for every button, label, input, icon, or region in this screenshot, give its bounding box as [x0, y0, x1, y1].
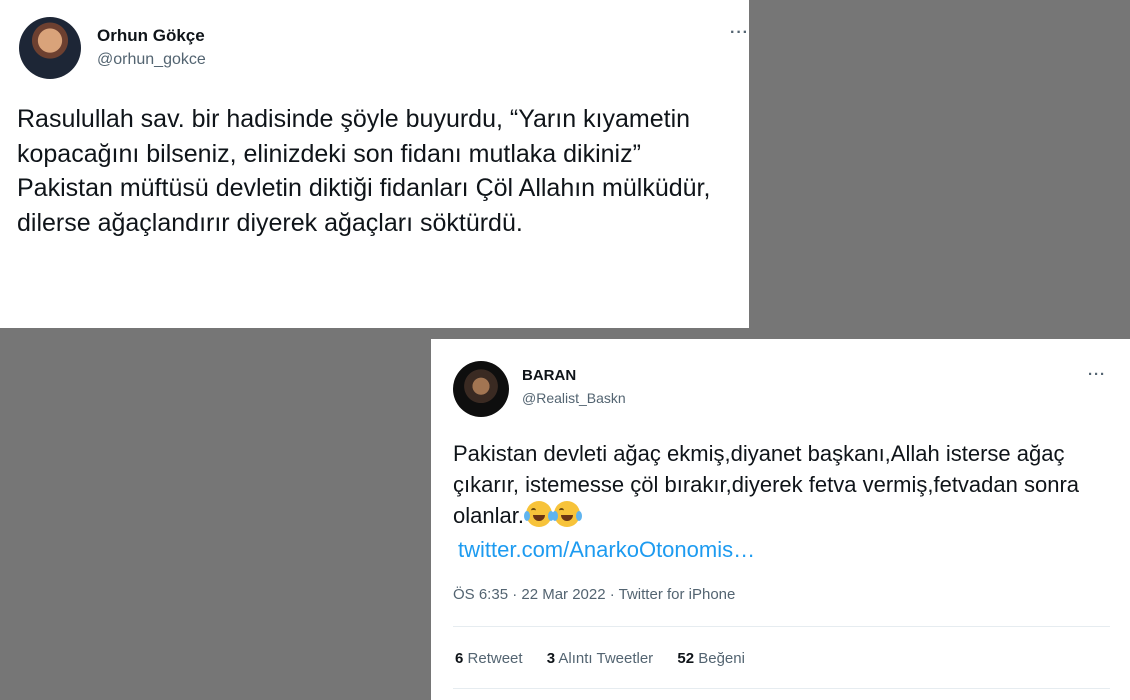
avatar[interactable]	[19, 17, 81, 79]
likes-count: 52	[677, 650, 695, 667]
author-handle[interactable]: @orhun_gokce	[97, 51, 206, 69]
face-with-tears-of-joy-icon	[523, 501, 554, 527]
retweets-label: Retweet	[467, 650, 523, 667]
tweet-link[interactable]: twitter.com/AnarkoOtonomis…	[458, 537, 755, 563]
tweet-stats: 6 Retweet 3 Alıntı Tweetler 52 Beğeni	[455, 650, 765, 667]
tweet-card-orhun: Orhun Gökçe @orhun_gokce ··· Rasulullah …	[0, 0, 749, 328]
tweet-card-baran: BARAN @Realist_Baskn ··· Pakistan devlet…	[431, 339, 1130, 700]
quotes-stat[interactable]: 3 Alıntı Tweetler	[547, 650, 653, 667]
divider	[453, 688, 1110, 689]
likes-stat[interactable]: 52 Beğeni	[677, 650, 745, 667]
likes-label: Beğeni	[698, 650, 745, 667]
avatar[interactable]	[453, 361, 509, 417]
tweet-timestamp[interactable]: ÖS 6:35 · 22 Mar 2022 · Twitter for iPho…	[453, 586, 735, 603]
face-with-tears-of-joy-icon	[551, 501, 582, 527]
more-options-icon[interactable]: ···	[1088, 366, 1106, 383]
author-handle[interactable]: @Realist_Baskn	[522, 390, 626, 406]
retweets-count: 6	[455, 650, 464, 667]
quotes-label: Alıntı Tweetler	[558, 650, 654, 667]
author-name[interactable]: Orhun Gökçe	[97, 26, 205, 46]
quotes-count: 3	[546, 650, 556, 667]
tweet-text: Rasulullah sav. bir hadisinde şöyle buyu…	[17, 105, 711, 237]
retweets-stat[interactable]: 6 Retweet	[455, 650, 523, 667]
more-options-icon[interactable]: ···	[730, 24, 749, 42]
author-name[interactable]: BARAN	[522, 367, 576, 384]
tweet-text: Pakistan devleti ağaç ekmiş,diyanet başk…	[453, 438, 1123, 531]
divider	[453, 626, 1110, 627]
